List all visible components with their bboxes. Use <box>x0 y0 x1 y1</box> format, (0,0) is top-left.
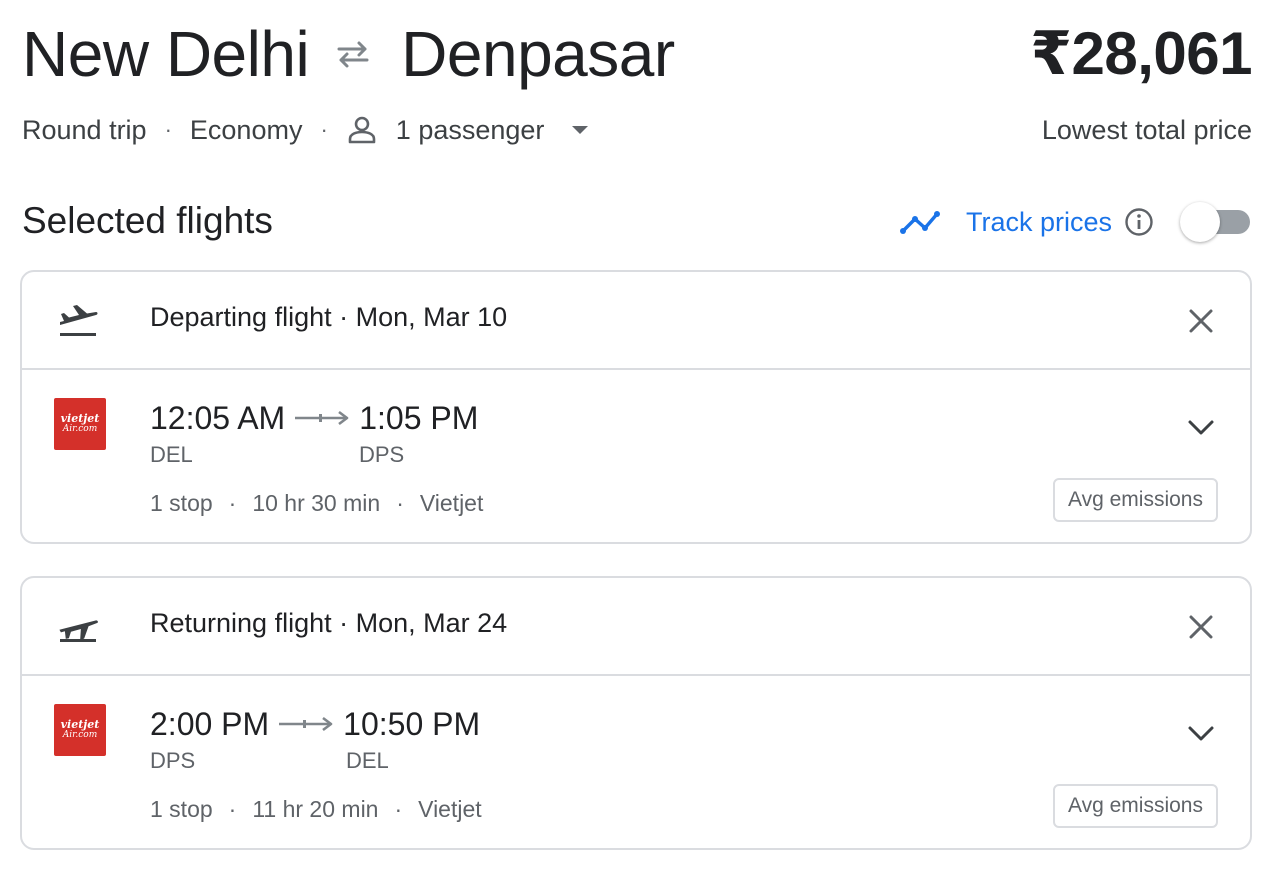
airline-logo: vietjet Air.com <box>54 398 106 450</box>
toggle-knob <box>1180 202 1220 242</box>
card-title: Returning flight · Mon, Mar 24 <box>150 608 508 638</box>
card-header: Departing flight · Mon, Mar 10 <box>22 272 1250 370</box>
depart-airport: DEL <box>150 442 193 467</box>
arrive-airport: DEL <box>346 748 389 773</box>
emissions-badge[interactable]: Avg emissions <box>1052 784 1218 828</box>
trip-options: Round trip · Economy · 1 passenger <box>22 112 590 148</box>
flight-details[interactable]: vietjet Air.com 2:00 PM 10:50 PM DPS DEL… <box>22 676 1250 850</box>
separator-dot: · <box>396 489 404 516</box>
close-icon[interactable] <box>1186 306 1216 336</box>
flight-summary: 1 stop · 10 hr 30 min · Vietjet <box>150 488 483 518</box>
dropdown-caret-icon[interactable] <box>570 120 590 140</box>
route: New Delhi Denpasar <box>22 18 675 90</box>
person-icon <box>346 113 380 147</box>
stops: 1 stop <box>150 489 213 516</box>
returning-flight-card: Returning flight · Mon, Mar 24 vietjet A… <box>20 576 1252 850</box>
cabin-class[interactable]: Economy <box>190 115 303 146</box>
selected-flights-header: Selected flights Track prices <box>22 196 1252 248</box>
separator-dot: · <box>320 117 328 142</box>
chevron-down-icon[interactable] <box>1186 416 1216 440</box>
takeoff-icon <box>60 305 98 336</box>
chevron-down-icon[interactable] <box>1186 722 1216 746</box>
airline-name: Vietjet <box>419 489 484 516</box>
depart-airport: DPS <box>150 748 196 773</box>
separator-dot: · <box>394 795 403 822</box>
arrive-time: 1:05 PM <box>359 399 479 436</box>
card-title: Departing flight · Mon, Mar 10 <box>150 302 508 332</box>
arrive-airport: DPS <box>359 442 405 467</box>
flight-details[interactable]: vietjet Air.com 12:05 AM 1:05 PM DEL DPS… <box>22 370 1250 544</box>
flight-summary: 1 stop · 11 hr 20 min · Vietjet <box>150 794 482 824</box>
close-icon[interactable] <box>1186 612 1216 642</box>
arrive-time: 10:50 PM <box>343 705 481 742</box>
swap-arrows-icon[interactable] <box>331 34 375 74</box>
trip-header: New Delhi Denpasar ₹28,061 Round trip · … <box>22 18 1252 148</box>
depart-time: 12:05 AM <box>150 399 286 436</box>
arrow-right-icon <box>279 716 333 732</box>
stops: 1 stop <box>150 795 213 822</box>
airline-name: Vietjet <box>418 795 482 822</box>
trend-line-icon <box>899 211 940 234</box>
depart-time: 2:00 PM <box>150 705 270 742</box>
duration: 11 hr 20 min <box>252 795 379 822</box>
passenger-count[interactable]: 1 passenger <box>396 115 545 146</box>
info-icon[interactable] <box>1124 207 1154 237</box>
card-header: Returning flight · Mon, Mar 24 <box>22 578 1250 676</box>
price-caption: Lowest total price <box>1041 115 1252 145</box>
track-prices-label[interactable]: Track prices <box>966 207 1112 238</box>
separator-dot: · <box>164 117 172 142</box>
flight-times: 12:05 AM 1:05 PM <box>150 398 478 438</box>
trip-type[interactable]: Round trip <box>22 115 147 146</box>
arrow-right-icon <box>295 410 349 426</box>
track-prices-toggle[interactable] <box>1180 202 1252 242</box>
airline-logo: vietjet Air.com <box>54 704 106 756</box>
destination-city: Denpasar <box>401 18 675 90</box>
separator-dot: · <box>228 489 237 516</box>
section-title: Selected flights <box>22 200 273 241</box>
separator-dot: · <box>228 795 237 822</box>
origin-city: New Delhi <box>22 18 310 90</box>
departing-flight-card: Departing flight · Mon, Mar 10 vietjet A… <box>20 270 1252 544</box>
track-prices[interactable]: Track prices <box>899 200 1252 244</box>
flight-times: 2:00 PM 10:50 PM <box>150 704 480 744</box>
total-price: ₹28,061 <box>1030 20 1252 87</box>
duration: 10 hr 30 min <box>252 489 381 516</box>
landing-icon <box>59 620 98 642</box>
emissions-badge[interactable]: Avg emissions <box>1052 478 1218 522</box>
